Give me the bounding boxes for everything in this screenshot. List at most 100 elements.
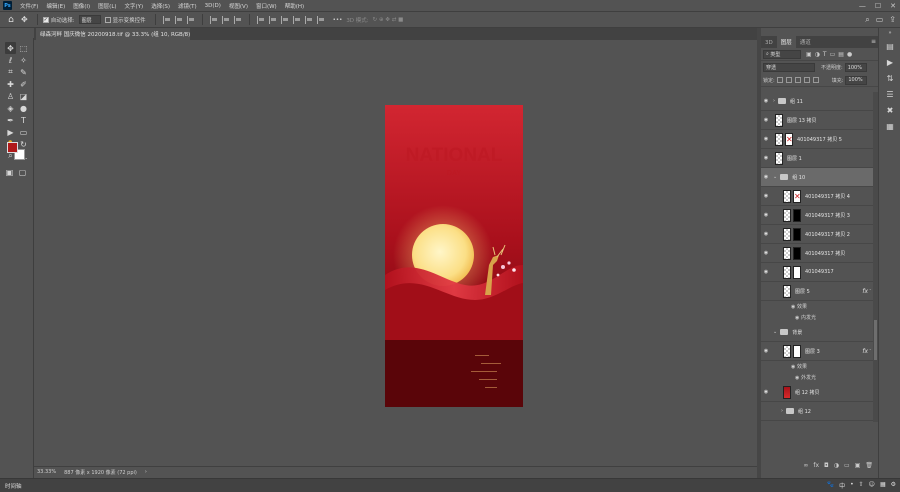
filter-adjustment-icon[interactable]: ◑ bbox=[815, 51, 820, 58]
layer-mask-thumbnail[interactable] bbox=[793, 344, 801, 358]
effect-row[interactable]: ◉ 内发光 bbox=[761, 312, 878, 323]
eye-icon[interactable]: ◉ bbox=[791, 304, 795, 310]
lock-transparent-icon[interactable] bbox=[776, 77, 783, 83]
layer-mask-thumbnail[interactable] bbox=[793, 227, 801, 241]
ime-language-indicator[interactable]: 中 bbox=[839, 481, 845, 490]
move-tool-icon[interactable]: ✥ bbox=[5, 42, 16, 54]
collapse-dock-icon[interactable]: » bbox=[879, 28, 900, 38]
tab-layers[interactable]: 图层 bbox=[776, 36, 796, 48]
auto-select-checkbox[interactable]: ✓ bbox=[42, 16, 49, 23]
chevron-up-icon[interactable]: ⌃ bbox=[869, 288, 872, 293]
shift-icon[interactable]: ⇧ bbox=[859, 481, 864, 490]
maximize-button[interactable]: ☐ bbox=[875, 2, 881, 10]
distribute-top-icon[interactable] bbox=[256, 15, 265, 24]
quick-mask-icon[interactable]: ▣ bbox=[4, 166, 15, 178]
align-center-icon[interactable] bbox=[174, 15, 183, 24]
chevron-up-icon[interactable]: ⌃ bbox=[869, 348, 872, 353]
eye-icon[interactable]: ◉ bbox=[761, 111, 771, 130]
eye-icon[interactable]: ◉ bbox=[761, 168, 771, 187]
new-group-icon[interactable]: ▭ bbox=[844, 462, 850, 469]
crop-tool-icon[interactable]: ⌗ bbox=[5, 66, 16, 78]
menu-3d[interactable]: 3D(D) bbox=[201, 3, 225, 9]
home-icon[interactable]: ⌂ bbox=[6, 15, 16, 25]
distribute-bottom-icon[interactable] bbox=[280, 15, 289, 24]
filter-shape-icon[interactable]: ▭ bbox=[830, 51, 836, 58]
menu-help[interactable]: 帮助(H) bbox=[281, 2, 308, 10]
eye-icon[interactable]: ◉ bbox=[761, 342, 771, 361]
add-layer-style-icon[interactable]: fx bbox=[813, 462, 819, 469]
adjustment-layer-icon[interactable]: ◑ bbox=[834, 462, 839, 469]
eye-icon[interactable]: ◉ bbox=[761, 92, 771, 111]
clone-stamp-tool-icon[interactable]: ♙ bbox=[5, 90, 16, 102]
layer-row[interactable]: ◉ 401049317 拷贝 4 bbox=[761, 187, 878, 206]
opacity-input[interactable]: 100% bbox=[844, 63, 867, 72]
layer-row[interactable]: ◉ 图层 1 bbox=[761, 149, 878, 168]
distribute-center-icon[interactable] bbox=[304, 15, 313, 24]
effects-row[interactable]: ◉ 效果 bbox=[761, 301, 878, 312]
fx-badge[interactable]: fx bbox=[862, 348, 868, 355]
layer-mask-thumbnail[interactable] bbox=[793, 265, 801, 279]
actions-play-icon[interactable]: ▶ bbox=[879, 54, 900, 70]
lock-all-icon[interactable] bbox=[812, 77, 819, 83]
search-icon[interactable]: ⌕ bbox=[865, 15, 869, 25]
document-canvas[interactable]: NATIONAL DAY bbox=[385, 105, 523, 407]
rectangle-tool-icon[interactable]: ▭ bbox=[18, 126, 29, 138]
eye-icon[interactable]: ◉ bbox=[761, 187, 771, 206]
punctuation-icon[interactable]: • bbox=[850, 481, 854, 490]
align-bottom-icon[interactable] bbox=[233, 15, 242, 24]
align-right-icon[interactable] bbox=[186, 15, 195, 24]
pen-tool-icon[interactable]: ✒ bbox=[5, 114, 16, 126]
eye-icon[interactable]: ◉ bbox=[791, 364, 795, 370]
filter-smart-object-icon[interactable]: ▤ bbox=[838, 51, 844, 58]
history-icon[interactable]: ▤ bbox=[879, 38, 900, 54]
filter-pixel-icon[interactable]: ▣ bbox=[806, 51, 812, 58]
eraser-tool-icon[interactable]: ◪ bbox=[18, 90, 29, 102]
screen-mode-icon[interactable]: ▢ bbox=[17, 166, 28, 178]
auto-select-dropdown[interactable]: 图层 bbox=[78, 15, 101, 24]
blur-tool-icon[interactable]: ● bbox=[18, 102, 29, 114]
layer-row-group-12[interactable]: ◉ › 组 12 bbox=[761, 402, 878, 421]
menu-edit[interactable]: 编辑(E) bbox=[42, 2, 69, 10]
properties-icon[interactable]: ☰ bbox=[879, 86, 900, 102]
gradient-tool-icon[interactable]: ◈ bbox=[5, 102, 16, 114]
layer-mask-thumbnail[interactable] bbox=[793, 246, 801, 260]
eye-hidden-icon[interactable]: ◉ bbox=[761, 402, 771, 421]
eye-hidden-icon[interactable]: ◉ bbox=[761, 282, 771, 301]
layer-row[interactable]: ◉ 401049317 拷贝 2 bbox=[761, 225, 878, 244]
align-top-icon[interactable] bbox=[209, 15, 218, 24]
layer-filter-kind-dropdown[interactable]: ⌕ 类型 bbox=[763, 49, 801, 59]
layer-row-group-background[interactable]: ◉ ⌄ 背景 bbox=[761, 323, 878, 342]
link-layers-icon[interactable]: ∞ bbox=[803, 462, 808, 469]
scrollbar-thumb[interactable] bbox=[874, 320, 877, 360]
layer-row[interactable]: ◉ 401049317 拷贝 5 bbox=[761, 130, 878, 149]
more-options-button[interactable]: ••• bbox=[333, 17, 343, 23]
layer-mask-thumbnail[interactable] bbox=[793, 208, 801, 222]
brush-tool-icon[interactable]: ✐ bbox=[18, 78, 29, 90]
chevron-right-icon[interactable]: › bbox=[781, 408, 783, 414]
layer-row[interactable]: ◉ 401049317 拷贝 3 bbox=[761, 206, 878, 225]
lock-pixels-icon[interactable] bbox=[785, 77, 792, 83]
menu-select[interactable]: 选择(S) bbox=[147, 2, 174, 10]
layer-row[interactable]: ◉ 图层 13 拷贝 bbox=[761, 111, 878, 130]
add-mask-icon[interactable]: ◘ bbox=[824, 462, 829, 469]
magic-wand-tool-icon[interactable]: ✧ bbox=[18, 54, 29, 66]
layer-row[interactable]: ◉ 图层 5 fx ⌃ bbox=[761, 282, 878, 301]
layer-mask-thumbnail[interactable] bbox=[793, 189, 801, 203]
effects-row[interactable]: ◉ 效果 bbox=[761, 361, 878, 372]
new-layer-icon[interactable]: ▣ bbox=[855, 462, 861, 469]
menu-view[interactable]: 视图(V) bbox=[225, 2, 252, 10]
eye-icon[interactable]: ◉ bbox=[761, 225, 771, 244]
tab-3d[interactable]: 3D bbox=[761, 38, 777, 48]
foreground-color-swatch[interactable] bbox=[7, 142, 18, 153]
share-icon[interactable]: ⇪ bbox=[889, 15, 896, 25]
layer-mask-thumbnail[interactable] bbox=[785, 132, 793, 146]
adjustments-icon[interactable]: ⇅ bbox=[879, 70, 900, 86]
eye-icon[interactable]: ◉ bbox=[761, 149, 771, 168]
close-button[interactable]: ✕ bbox=[890, 2, 896, 10]
menu-image[interactable]: 图像(I) bbox=[69, 2, 94, 10]
layer-row[interactable]: ◉ 401049317 拷贝 bbox=[761, 244, 878, 263]
timeline-tab[interactable]: 时间轴 bbox=[0, 482, 27, 490]
layer-row-group-11[interactable]: ◉ › 组 11 bbox=[761, 92, 878, 111]
libraries-icon[interactable]: ▦ bbox=[879, 118, 900, 134]
keyboard-icon[interactable]: ▦ bbox=[880, 481, 886, 490]
